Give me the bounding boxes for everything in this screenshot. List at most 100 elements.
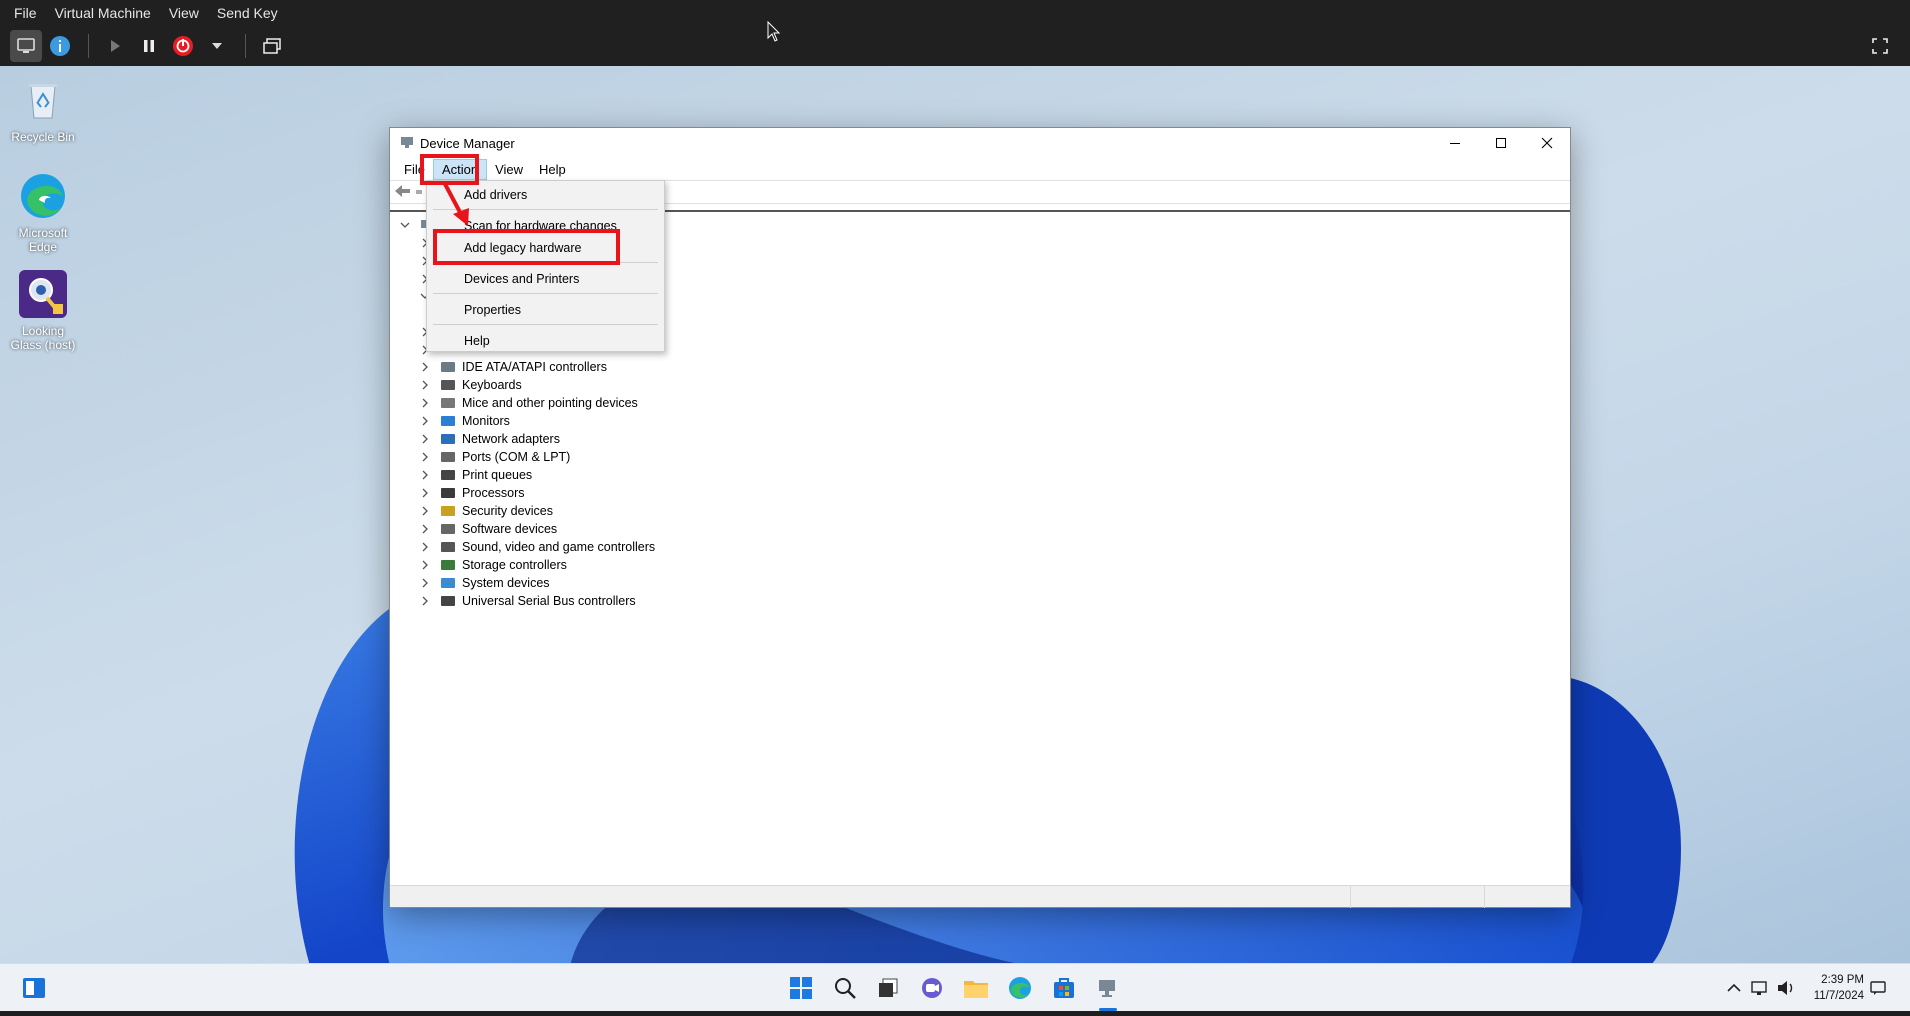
- desktop-icon-looking-glass[interactable]: Looking Glass (host): [8, 268, 78, 352]
- play-icon[interactable]: [99, 30, 131, 62]
- tree-item[interactable]: Ports (COM & LPT): [418, 448, 570, 466]
- edge-icon[interactable]: [1006, 974, 1034, 1002]
- start-icon[interactable]: [787, 974, 815, 1002]
- minimize-button[interactable]: [1432, 128, 1478, 158]
- chevron-right-icon[interactable]: [418, 540, 432, 554]
- tree-item[interactable]: Sound, video and game controllers: [418, 538, 655, 556]
- chat-icon[interactable]: [918, 974, 946, 1002]
- tree-item[interactable]: System devices: [418, 574, 550, 592]
- chevron-right-icon[interactable]: [418, 468, 432, 482]
- chevron-right-icon[interactable]: [418, 594, 432, 608]
- forward-arrow-icon[interactable]: [416, 185, 424, 200]
- widgets-icon[interactable]: [20, 974, 48, 1002]
- chevron-right-icon[interactable]: [418, 360, 432, 374]
- device-category-icon: [440, 576, 456, 590]
- window-menubar: File Action View Help: [390, 158, 1570, 180]
- desktop-icon-label: Recycle Bin: [11, 130, 75, 144]
- vm-menubar: File Virtual Machine View Send Key: [0, 0, 1910, 26]
- device-manager-icon[interactable]: [1094, 974, 1122, 1002]
- pause-icon[interactable]: [133, 30, 165, 62]
- tree-item-label: Software devices: [462, 522, 558, 536]
- tree-item[interactable]: Software devices: [418, 520, 557, 538]
- chevron-right-icon[interactable]: [418, 522, 432, 536]
- network-icon[interactable]: [1746, 974, 1774, 1002]
- menu-item-properties[interactable]: Properties: [427, 299, 664, 321]
- window-icon[interactable]: [256, 30, 288, 62]
- vm-menu-view[interactable]: View: [169, 5, 199, 21]
- tree-item-label: Sound, video and game controllers: [462, 540, 656, 554]
- chevron-right-icon[interactable]: [418, 504, 432, 518]
- clock[interactable]: 2:39 PM 11/7/2024: [1814, 972, 1864, 1004]
- tree-item-label: Processors: [462, 486, 525, 500]
- monitor-icon[interactable]: [10, 30, 42, 62]
- status-cell: [1484, 886, 1570, 908]
- tree-item-label: Storage controllers: [462, 558, 567, 572]
- device-category-icon: [440, 432, 456, 446]
- desktop-icon-label: Microsoft: [18, 226, 68, 240]
- chevron-right-icon[interactable]: [418, 558, 432, 572]
- menu-item-help[interactable]: Help: [427, 330, 664, 352]
- vm-menu-file[interactable]: File: [14, 5, 37, 21]
- fullscreen-icon[interactable]: [1864, 30, 1896, 62]
- tree-item[interactable]: IDE ATA/ATAPI controllers: [418, 358, 607, 376]
- tree-item[interactable]: Storage controllers: [418, 556, 567, 574]
- annotation-box-add-legacy: [433, 229, 620, 265]
- device-category-icon: [440, 396, 456, 410]
- toolbar-separator: [88, 34, 89, 58]
- chevron-right-icon[interactable]: [418, 576, 432, 590]
- tree-item[interactable]: Monitors: [418, 412, 510, 430]
- desktop-icon-microsoft-edge[interactable]: Microsoft Edge: [8, 170, 78, 254]
- chevron-down-icon[interactable]: [398, 218, 412, 232]
- recycle-bin-icon: [17, 74, 69, 126]
- close-button[interactable]: [1524, 128, 1570, 158]
- device-category-icon: [440, 360, 456, 374]
- vm-toolbar: [0, 26, 1910, 66]
- chevron-right-icon[interactable]: [418, 414, 432, 428]
- file-explorer-icon[interactable]: [962, 974, 990, 1002]
- tree-item[interactable]: Mice and other pointing devices: [418, 394, 638, 412]
- tree-item[interactable]: Processors: [418, 484, 525, 502]
- device-manager-icon: [400, 135, 414, 152]
- store-icon[interactable]: [1050, 974, 1078, 1002]
- chevron-down-icon[interactable]: [201, 30, 233, 62]
- vm-menu-virtual-machine[interactable]: Virtual Machine: [55, 5, 151, 21]
- tree-item[interactable]: Network adapters: [418, 430, 560, 448]
- info-icon[interactable]: [44, 30, 76, 62]
- status-cell: [1350, 886, 1484, 908]
- notification-icon[interactable]: [1864, 974, 1892, 1002]
- volume-icon[interactable]: [1772, 974, 1800, 1002]
- tree-item-label: Print queues: [462, 468, 533, 482]
- tree-item-label: Keyboards: [462, 378, 522, 392]
- device-category-icon: [440, 450, 456, 464]
- desktop-icon-label: Glass (host): [10, 338, 76, 352]
- device-category-icon: [440, 522, 456, 536]
- chevron-right-icon[interactable]: [418, 450, 432, 464]
- tree-item[interactable]: Security devices: [418, 502, 553, 520]
- task-view-icon[interactable]: [874, 974, 902, 1002]
- status-bar: [390, 885, 1570, 908]
- tree-item[interactable]: Keyboards: [418, 376, 522, 394]
- chevron-right-icon[interactable]: [418, 396, 432, 410]
- menu-separator: [433, 324, 658, 325]
- chevron-right-icon[interactable]: [418, 378, 432, 392]
- tree-item[interactable]: Print queues: [418, 466, 532, 484]
- tree-item-label: Ports (COM & LPT): [462, 450, 571, 464]
- vm-menu-send-key[interactable]: Send Key: [217, 5, 278, 21]
- chevron-up-icon[interactable]: [1720, 974, 1748, 1002]
- menu-view[interactable]: View: [487, 160, 531, 179]
- tree-item[interactable]: Universal Serial Bus controllers: [418, 592, 636, 610]
- mouse-cursor-icon: [767, 21, 781, 42]
- chevron-right-icon[interactable]: [418, 486, 432, 500]
- power-icon[interactable]: [167, 30, 199, 62]
- search-icon[interactable]: [831, 974, 859, 1002]
- maximize-button[interactable]: [1478, 128, 1524, 158]
- back-arrow-icon[interactable]: [394, 184, 412, 201]
- desktop-icon-recycle-bin[interactable]: Recycle Bin: [8, 74, 78, 144]
- window-title: Device Manager: [420, 135, 515, 151]
- chevron-right-icon[interactable]: [418, 432, 432, 446]
- device-category-icon: [440, 594, 456, 608]
- menu-help[interactable]: Help: [531, 160, 574, 179]
- device-category-icon: [440, 486, 456, 500]
- title-bar[interactable]: Device Manager: [390, 128, 1570, 158]
- menu-item-devices-and-printers[interactable]: Devices and Printers: [427, 268, 664, 290]
